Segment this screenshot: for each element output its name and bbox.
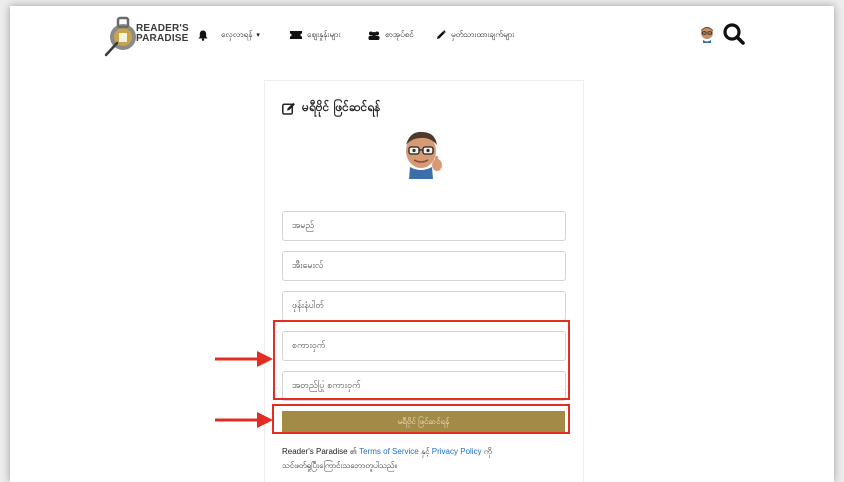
brand-logo[interactable]: READER'S PARADISE (104, 15, 194, 57)
pen-icon (437, 30, 446, 39)
memoji-avatar (406, 131, 442, 179)
nav-item-notifications[interactable]: လှေလာရန် ▾ (198, 26, 260, 44)
signup-title-text: မရီဗိုင် ဖြင်ဆင်ရန် (302, 100, 381, 114)
terms-suffix: ကို (483, 447, 492, 456)
users-icon (368, 31, 380, 40)
terms-text: Reader's Paradise ၏ Terms of Service နှင… (282, 445, 522, 473)
name-field[interactable] (282, 211, 566, 241)
brand-line2: PARADISE (136, 33, 189, 44)
bell-icon (198, 30, 208, 41)
edit-icon (282, 102, 295, 115)
logo-emblem-icon (104, 16, 136, 57)
submit-button-highlight (272, 404, 570, 434)
brand-name: READER'S PARADISE (136, 24, 189, 44)
terms-prefix: Reader's Paradise ၏ (282, 447, 357, 456)
nav-item-bookmarks[interactable]: မှတ်သားထားချက်များ (436, 26, 514, 44)
search-icon[interactable] (721, 21, 747, 47)
browser-frame: READER'S PARADISE လှေလာရန် ▾ ဈေးနှုန်းမျ… (10, 6, 834, 482)
arrow-right-icon (215, 351, 273, 367)
ticket-icon (290, 31, 302, 39)
nav-item-label: စာအုပ်စင် (385, 30, 414, 39)
nav-item-label: ဈေးနှုန်းများ (307, 30, 341, 39)
user-avatar-icon[interactable] (698, 25, 716, 43)
terms-of-service-link[interactable]: Terms of Service (359, 447, 419, 456)
nav-item-label: မှတ်သားထားချက်များ (451, 30, 515, 39)
nav-item-bookshelf[interactable]: စာအုပ်စင် (368, 26, 414, 44)
nav-item-pricing[interactable]: ဈေးနှုန်းများ (290, 26, 340, 44)
chevron-down-icon: ▾ (256, 31, 260, 39)
top-navbar: READER'S PARADISE လှေလာရန် ▾ ဈေးနှုန်းမျ… (10, 6, 834, 66)
password-fields-highlight (273, 320, 570, 400)
terms-and: နှင့် (420, 447, 430, 456)
nav-item-label: လှေလာရန် (221, 30, 253, 39)
email-field[interactable] (282, 251, 566, 281)
signup-title: မရီဗိုင် ဖြင်ဆင်ရန် (282, 99, 380, 117)
terms-line2: သင်ဖတ်ရှုပြီးကြောင်းသဘောတူပါသည်။ (282, 461, 397, 470)
phone-field[interactable] (282, 291, 566, 321)
privacy-policy-link[interactable]: Privacy Policy (432, 447, 482, 456)
arrow-right-icon (215, 412, 273, 428)
